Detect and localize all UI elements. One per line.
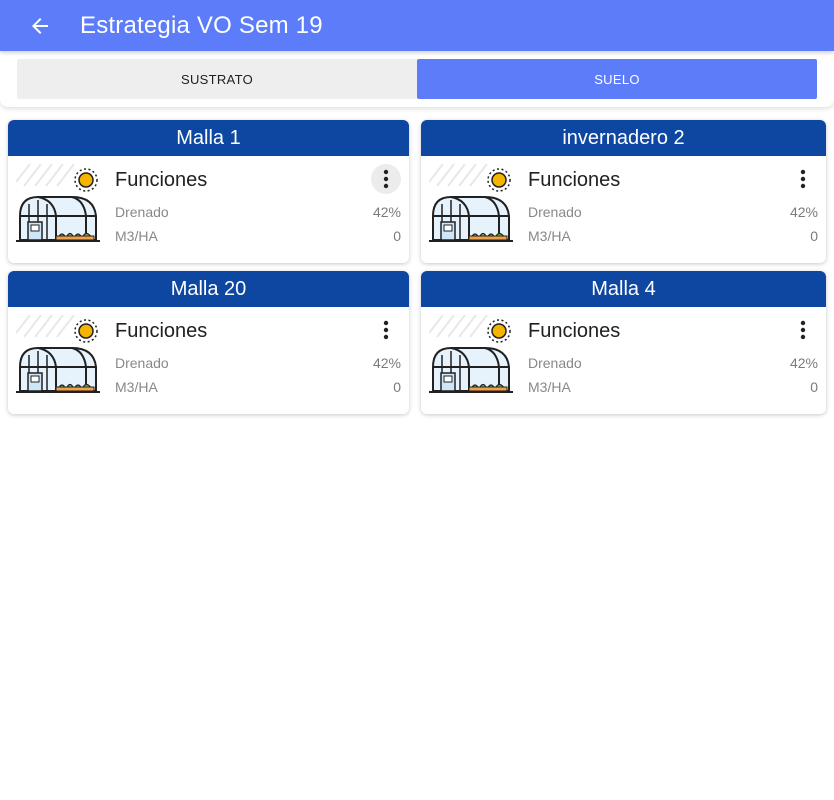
drenado-row: Drenado 42%	[528, 204, 818, 220]
more-vert-icon	[800, 320, 806, 340]
plot-card-invernadero-2[interactable]: invernadero 2 Funciones Drenado 42% M3/H…	[421, 120, 826, 263]
plot-card-malla-1[interactable]: Malla 1 Funciones Drenado 42% M3/HA 0	[8, 120, 409, 263]
card-header: Malla 20	[8, 271, 409, 307]
tab-bar: SUSTRATO SUELO	[0, 51, 834, 107]
drenado-row: Drenado 42%	[115, 204, 401, 220]
drenado-value: 42%	[372, 204, 401, 220]
card-body: Funciones Drenado 42% M3/HA 0	[421, 156, 826, 263]
app-bar: Estrategia VO Sem 19	[0, 0, 834, 51]
page-title: Estrategia VO Sem 19	[80, 11, 323, 39]
drenado-row: Drenado 42%	[528, 355, 818, 371]
card-header: Malla 4	[421, 271, 826, 307]
greenhouse-icon	[16, 164, 100, 244]
drenado-value: 42%	[372, 355, 401, 371]
card-header: Malla 1	[8, 120, 409, 156]
m3ha-label: M3/HA	[528, 228, 571, 244]
more-vert-icon	[800, 169, 806, 189]
m3ha-row: M3/HA 0	[115, 228, 401, 244]
tab-sustrato[interactable]: SUSTRATO	[17, 59, 417, 99]
card-title: Funciones	[115, 320, 208, 342]
drenado-value: 42%	[789, 204, 818, 220]
greenhouse-icon	[429, 315, 513, 395]
card-body: Funciones Drenado 42% M3/HA 0	[8, 156, 409, 263]
greenhouse-icon	[16, 315, 100, 395]
drenado-label: Drenado	[528, 355, 582, 371]
plot-card-malla-20[interactable]: Malla 20 Funciones Drenado 42% M3/HA 0	[8, 271, 409, 414]
m3ha-label: M3/HA	[115, 228, 158, 244]
more-vert-icon	[383, 169, 389, 189]
back-button[interactable]	[16, 2, 64, 50]
m3ha-row: M3/HA 0	[115, 379, 401, 395]
more-options-button[interactable]	[371, 164, 401, 194]
card-body: Funciones Drenado 42% M3/HA 0	[421, 307, 826, 414]
drenado-row: Drenado 42%	[115, 355, 401, 371]
drenado-label: Drenado	[528, 204, 582, 220]
m3ha-row: M3/HA 0	[528, 379, 818, 395]
m3ha-row: M3/HA 0	[528, 228, 818, 244]
card-title: Funciones	[528, 169, 621, 191]
m3ha-value: 0	[393, 379, 401, 395]
more-vert-icon	[383, 320, 389, 340]
card-title: Funciones	[115, 169, 208, 191]
drenado-label: Drenado	[115, 204, 169, 220]
tab-bar-card: SUSTRATO SUELO	[0, 51, 834, 107]
m3ha-label: M3/HA	[528, 379, 571, 395]
m3ha-label: M3/HA	[115, 379, 158, 395]
arrow-left-icon	[32, 17, 48, 34]
m3ha-value: 0	[810, 228, 818, 244]
m3ha-value: 0	[810, 379, 818, 395]
drenado-label: Drenado	[115, 355, 169, 371]
card-title: Funciones	[528, 320, 621, 342]
drenado-value: 42%	[789, 355, 818, 371]
more-options-button[interactable]	[371, 315, 401, 345]
card-header: invernadero 2	[421, 120, 826, 156]
m3ha-value: 0	[393, 228, 401, 244]
tab-suelo[interactable]: SUELO	[417, 59, 817, 99]
plot-card-malla-4[interactable]: Malla 4 Funciones Drenado 42% M3/HA 0	[421, 271, 826, 414]
card-body: Funciones Drenado 42% M3/HA 0	[8, 307, 409, 414]
greenhouse-icon	[429, 164, 513, 244]
more-options-button[interactable]	[788, 315, 818, 345]
more-options-button[interactable]	[788, 164, 818, 194]
